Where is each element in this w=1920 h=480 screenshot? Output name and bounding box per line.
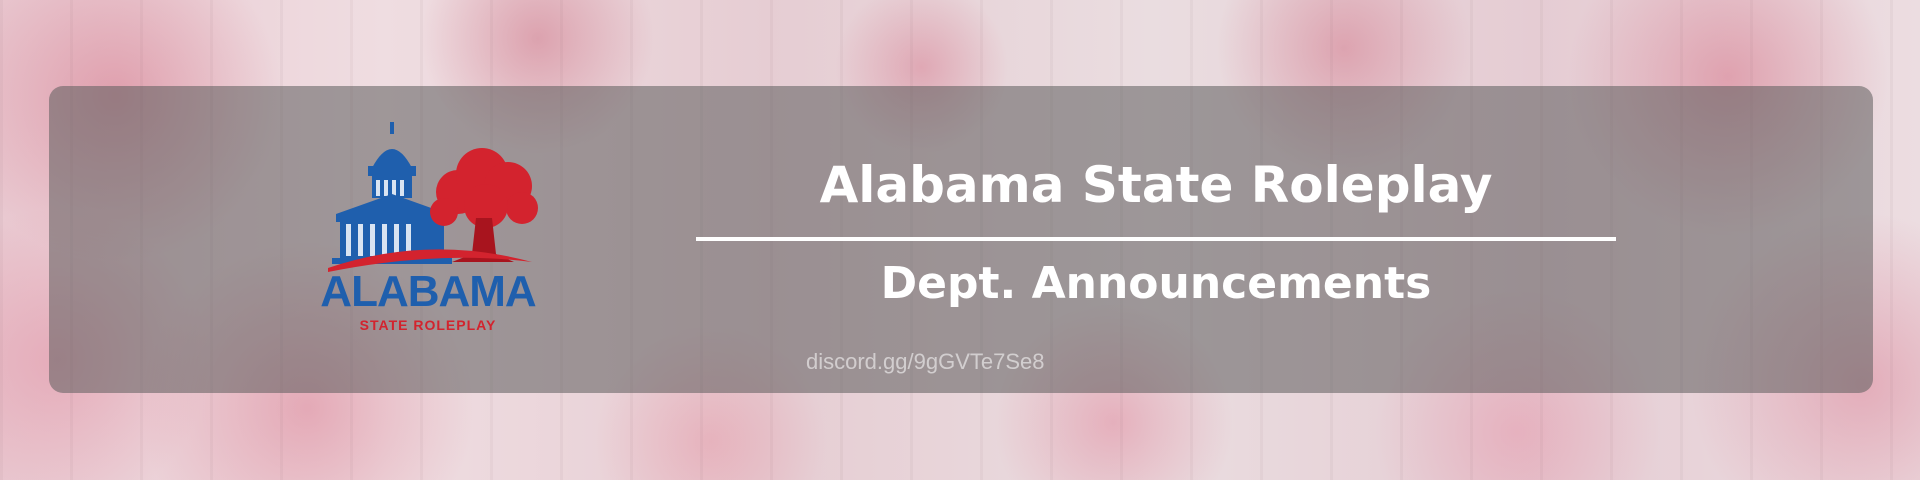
title-divider bbox=[696, 237, 1616, 241]
logo-wordmark: ALABAMA bbox=[320, 267, 536, 316]
logo-tagline: STATE ROLEPLAY bbox=[359, 317, 497, 333]
discord-invite-link[interactable]: discord.gg/9gGVTe7Se8 bbox=[806, 351, 1045, 373]
capitol-and-oak-tree-icon bbox=[328, 122, 538, 272]
banner-title: Alabama State Roleplay bbox=[819, 156, 1493, 214]
alabama-state-roleplay-logo: ALABAMA STATE ROLEPLAY bbox=[318, 122, 538, 340]
banner-subtitle: Dept. Announcements bbox=[880, 258, 1432, 309]
